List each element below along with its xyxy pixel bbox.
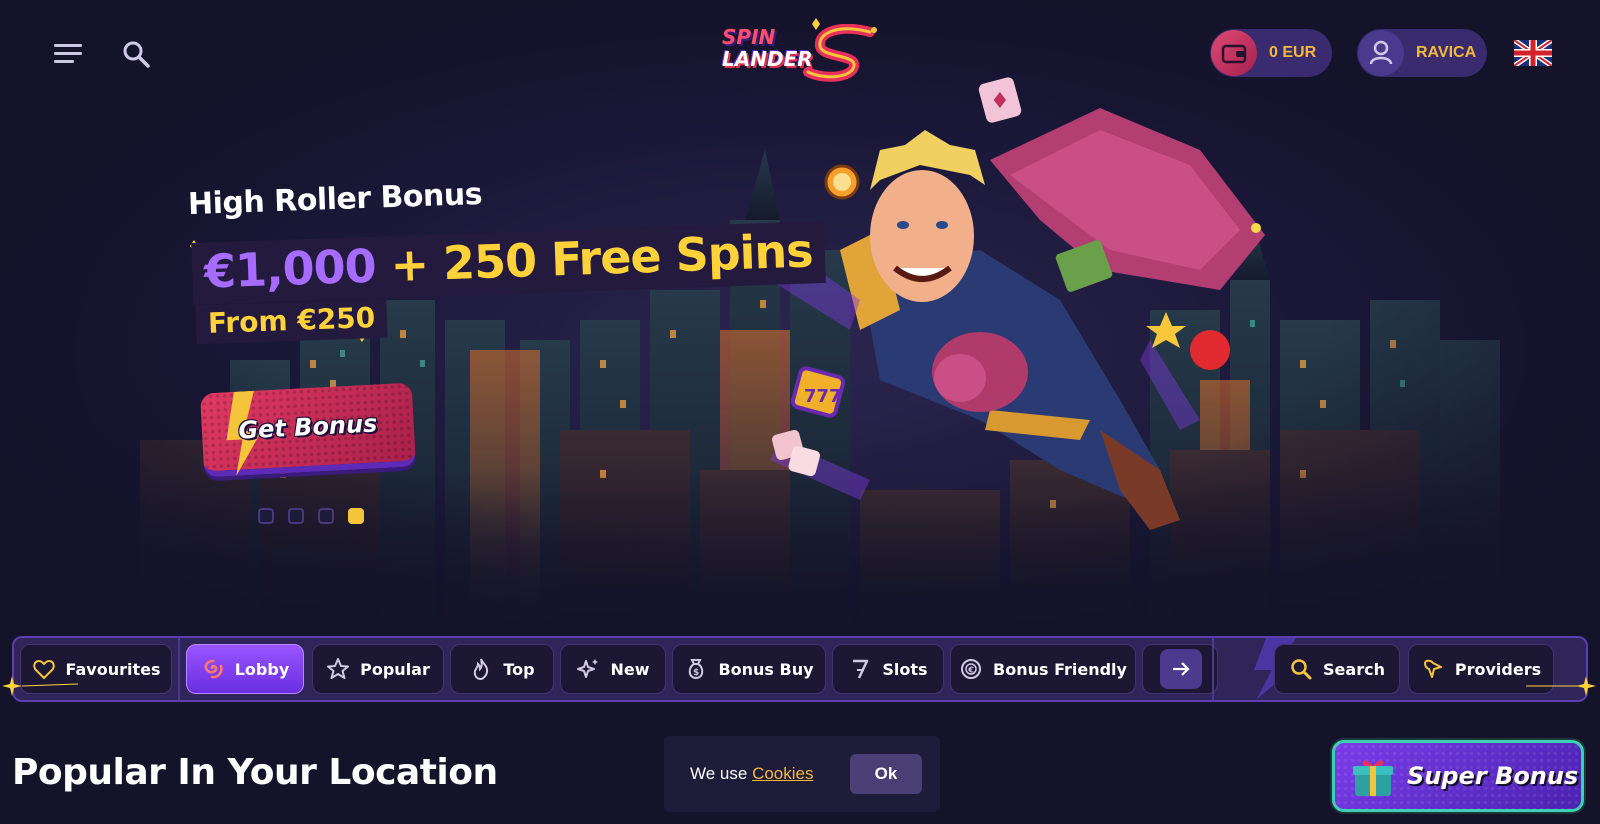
category-top[interactable]: Top: [450, 644, 554, 694]
sparkle-decoration-right: [1526, 676, 1596, 696]
seven-icon: [853, 659, 869, 679]
menu-button[interactable]: [50, 36, 86, 72]
super-bonus-label: Super Bonus: [1407, 762, 1579, 790]
arrow-right-icon: [1173, 662, 1190, 676]
category-bonus-buy[interactable]: $ Bonus Buy: [672, 644, 826, 694]
category-slots[interactable]: Slots: [832, 644, 944, 694]
section-title: Popular In Your Location: [12, 752, 498, 793]
carousel-dot-1[interactable]: [258, 508, 274, 524]
scroll-categories-button[interactable]: [1160, 649, 1202, 689]
carousel-indicators: [258, 508, 364, 524]
gift-box-icon: [1353, 760, 1393, 796]
wallet-button[interactable]: 0 EUR: [1210, 29, 1332, 77]
cookie-banner: We use Cookies Ok: [664, 736, 940, 812]
logo-s-icon: [803, 24, 877, 82]
star-icon: [327, 658, 350, 679]
coin-icon: €: [961, 659, 982, 679]
cookie-ok-button[interactable]: Ok: [850, 754, 922, 794]
get-bonus-button[interactable]: Get Bonus: [199, 382, 417, 478]
category-nav: Favourites Lobby Popular Top New $ Bonus…: [12, 636, 1588, 702]
wallet-balance: 0 EUR: [1269, 44, 1317, 61]
category-divider: [1212, 638, 1214, 700]
providers-icon: [1423, 659, 1442, 678]
super-bonus-button[interactable]: Super Bonus: [1332, 740, 1584, 812]
user-profile-button[interactable]: RAVICA: [1357, 29, 1487, 77]
carousel-dot-4[interactable]: [348, 508, 364, 524]
search-icon: [1291, 659, 1312, 680]
hero-min-deposit: From €250: [195, 298, 388, 345]
carousel-dot-3[interactable]: [318, 508, 334, 524]
spiral-icon: [204, 659, 223, 679]
category-popular[interactable]: Popular: [312, 644, 444, 694]
spinlander-logo[interactable]: SPIN LANDER: [722, 18, 882, 94]
svg-text:$: $: [693, 668, 699, 678]
uk-flag-icon[interactable]: [1514, 40, 1552, 66]
hamburger-icon: [54, 44, 82, 63]
cookie-policy-link[interactable]: Cookies: [752, 764, 813, 783]
search-icon: [123, 41, 150, 68]
hero-free-spins: + 250 Free Spins: [389, 223, 814, 293]
user-icon: [1358, 30, 1404, 76]
svg-text:777: 777: [804, 386, 842, 407]
sparkle-decoration-left: [2, 676, 79, 696]
category-divider: [178, 638, 180, 700]
sparkle-icon: [577, 659, 599, 678]
hero-amount: €1,000: [203, 238, 377, 299]
category-lobby[interactable]: Lobby: [186, 644, 304, 694]
search-games-button[interactable]: Search: [1274, 644, 1400, 694]
svg-text:€: €: [967, 666, 974, 675]
header-search-button[interactable]: [118, 36, 154, 72]
wallet-icon: [1211, 30, 1257, 76]
category-bonus-friendly[interactable]: € Bonus Friendly: [950, 644, 1136, 694]
get-bonus-label: Get Bonus: [237, 409, 378, 445]
username: RAVICA: [1416, 44, 1477, 61]
money-bag-icon: $: [689, 659, 704, 680]
category-new[interactable]: New: [560, 644, 666, 694]
top-header: SPIN LANDER 0 EUR RAVICA: [0, 0, 1600, 104]
cookie-text: We use Cookies: [690, 764, 814, 783]
carousel-dot-2[interactable]: [288, 508, 304, 524]
flame-icon: [474, 658, 489, 681]
